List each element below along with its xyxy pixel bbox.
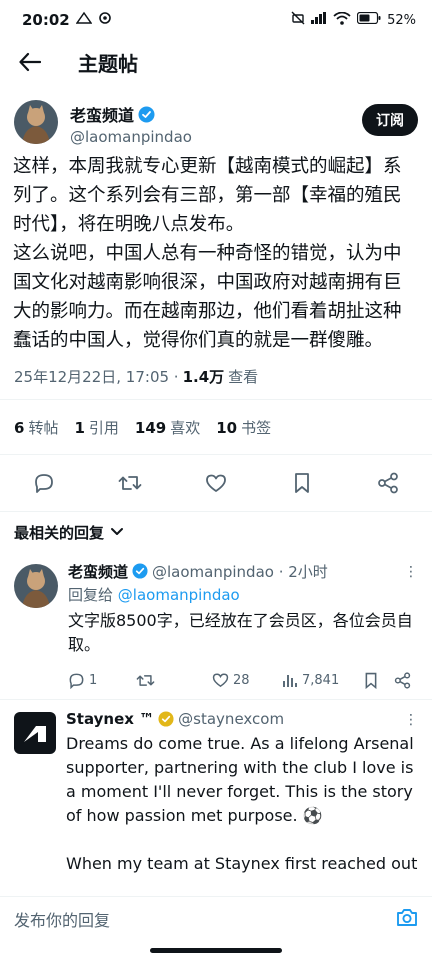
reply-icon <box>69 673 84 689</box>
reply-compose-bar[interactable]: 发布你的回复 <box>0 896 432 940</box>
reply-text: Dreams do come true. As a lifelong Arsen… <box>66 734 418 873</box>
battery-icon <box>356 11 381 28</box>
heart-icon <box>206 474 226 492</box>
bookmark-icon <box>295 473 309 493</box>
repost-icon <box>136 674 155 686</box>
back-button[interactable] <box>2 40 58 84</box>
post-author-row: 老蛮频道 @laomanpindao 订阅 <box>0 92 432 152</box>
stat-quotes[interactable]: 1 引用 <box>74 417 118 438</box>
reply-item[interactable]: Staynex ™ @staynexcom Dreams do come tru… <box>0 700 432 882</box>
reply-bookmark-button[interactable] <box>364 672 394 689</box>
reply-actions: 1 28 7,841 <box>68 667 418 693</box>
home-indicator <box>150 948 282 953</box>
share-button[interactable] <box>376 471 400 495</box>
staynex-logo[interactable] <box>14 712 56 754</box>
reply-reply-button[interactable]: 1 <box>68 672 136 689</box>
more-options-icon[interactable]: ⋮ <box>404 712 418 728</box>
post-stats: 6 转帖 1 引用 149 喜欢 10 书签 <box>0 400 432 454</box>
reply-repost-button[interactable] <box>136 672 212 689</box>
reply-author-handle[interactable]: @staynexcom <box>178 710 284 728</box>
bookmark-icon <box>365 672 377 689</box>
reply-input-placeholder[interactable]: 发布你的回复 <box>14 907 110 931</box>
stat-reposts[interactable]: 6 转帖 <box>14 417 58 438</box>
avatar[interactable] <box>14 100 58 144</box>
battery-level: 52% <box>387 12 416 28</box>
post-views-count: 1.4万 <box>182 367 225 386</box>
heart-icon <box>212 673 229 688</box>
post-author-handle[interactable]: @laomanpindao <box>70 128 192 146</box>
signal-icon <box>311 12 327 28</box>
mute-icon <box>291 11 305 29</box>
like-button[interactable] <box>204 471 228 495</box>
post-author-name[interactable]: 老蛮频道 <box>70 102 192 126</box>
verified-badge-icon <box>132 563 148 579</box>
post-text: 这样，本周我就专心更新【越南模式的崛起】系列了。这个系列会有三部，第一部【幸福的… <box>13 156 402 351</box>
avatar[interactable] <box>14 564 58 608</box>
reply-author-name[interactable]: Staynex ™ <box>66 710 154 728</box>
sort-replies-dropdown[interactable]: 最相关的回复 <box>0 512 432 552</box>
repost-button[interactable] <box>118 471 142 495</box>
stat-bookmarks[interactable]: 10 书签 <box>216 417 271 438</box>
share-icon <box>394 671 411 689</box>
arrow-left-icon <box>19 52 41 72</box>
post-timestamp: 25年12月22日, 17:05 · <box>14 367 179 386</box>
reply-like-button[interactable]: 28 <box>212 672 282 688</box>
bookmark-button[interactable] <box>290 471 314 495</box>
top-bar: 主题帖 <box>0 40 432 84</box>
more-options-icon[interactable]: ⋮ <box>404 564 418 580</box>
stat-likes[interactable]: 149 喜欢 <box>135 417 200 438</box>
status-time: 20:02 <box>22 11 70 29</box>
reply-share-button[interactable] <box>394 671 411 689</box>
reply-button[interactable] <box>32 471 56 495</box>
repost-icon <box>118 476 142 490</box>
camera-icon[interactable] <box>396 907 418 931</box>
reply-to-link[interactable]: @laomanpindao <box>118 586 240 604</box>
reply-to: 回复给 @laomanpindao <box>68 586 240 604</box>
status-bar: 20:02 52% <box>0 0 432 40</box>
post-actions <box>0 455 432 511</box>
share-icon <box>378 472 398 494</box>
subscribe-button[interactable]: 订阅 <box>362 104 418 136</box>
reply-text: 文字版8500字，已经放在了会员区，各位会员自取。 <box>68 611 413 654</box>
analytics-icon <box>283 674 297 687</box>
reply-views[interactable]: 7,841 <box>282 673 364 688</box>
gold-verified-badge-icon <box>158 711 174 727</box>
post-views-label[interactable]: 查看 <box>228 366 258 387</box>
settings-icon <box>98 11 112 29</box>
page-title: 主题帖 <box>78 51 138 76</box>
main-post: 老蛮频道 @laomanpindao 订阅 这样，本周我就专心更新【越南模式的崛… <box>0 92 432 882</box>
chevron-down-icon <box>111 528 124 535</box>
reply-item[interactable]: 老蛮频道 @laomanpindao · 2小时 回复给 @laomanpind… <box>0 552 432 699</box>
wifi-icon <box>333 11 351 29</box>
verified-badge-icon <box>138 106 155 122</box>
notification-icon <box>75 11 93 29</box>
reply-author-handle[interactable]: @laomanpindao · 2小时 <box>152 561 328 582</box>
reply-author-name[interactable]: 老蛮频道 <box>68 561 128 582</box>
reply-icon <box>35 474 53 493</box>
post-meta: 25年12月22日, 17:05 · 1.4万 查看 <box>0 363 432 389</box>
sort-label: 最相关的回复 <box>14 523 105 542</box>
